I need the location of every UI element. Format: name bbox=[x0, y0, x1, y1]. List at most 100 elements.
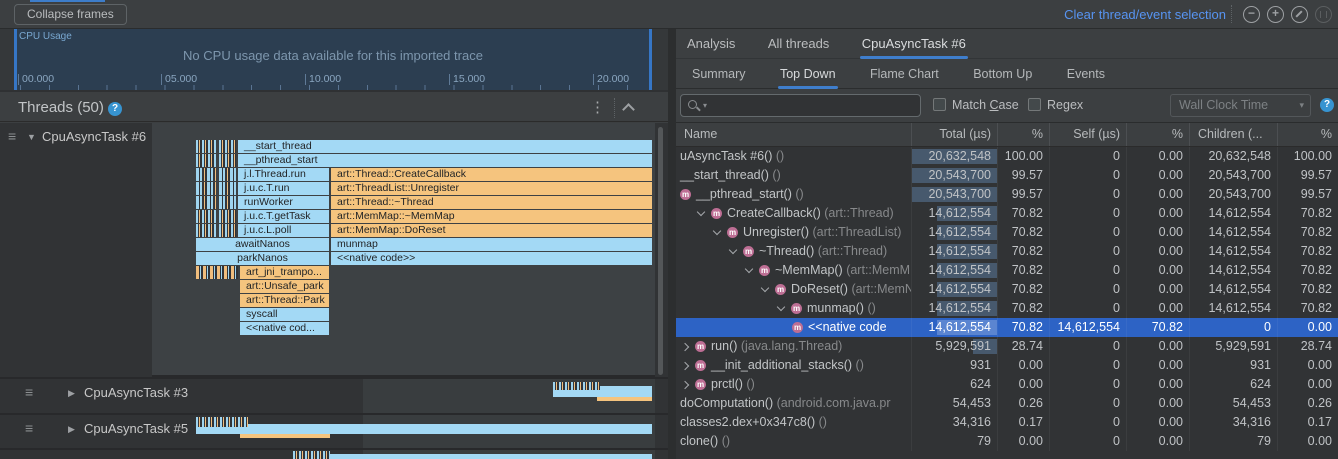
table-row[interactable]: mprctl() ()6240.0000.006240.00 bbox=[676, 375, 1338, 394]
flame-box[interactable]: munmap bbox=[331, 238, 652, 251]
chevron-right-icon[interactable] bbox=[681, 381, 689, 389]
cpu-usage-track[interactable]: CPU Usage No CPU usage data available fo… bbox=[14, 29, 652, 90]
search-box[interactable]: ▾ bbox=[680, 94, 921, 117]
chevron-right-icon[interactable] bbox=[681, 343, 689, 351]
cell-self-pct: 0.00 bbox=[1127, 242, 1190, 261]
column-header-self[interactable]: Self (µs) bbox=[1050, 123, 1127, 146]
checkbox-icon[interactable] bbox=[933, 98, 946, 111]
table-row[interactable]: doComputation() (android.com.java.pr54,4… bbox=[676, 394, 1338, 413]
table-row[interactable]: __start_thread() ()20,543,70099.5700.002… bbox=[676, 166, 1338, 185]
flame-box[interactable]: __pthread_start bbox=[238, 154, 652, 167]
zoom-out-icon[interactable]: − bbox=[1243, 6, 1260, 23]
tab-events[interactable]: Events bbox=[1065, 59, 1107, 89]
tab-cpuasynctask-6[interactable]: CpuAsyncTask #6 bbox=[860, 29, 968, 59]
help-icon[interactable]: ? bbox=[108, 102, 122, 116]
flame-box[interactable]: art_jni_trampo... bbox=[240, 266, 329, 279]
flame-box[interactable]: art::Unsafe_park bbox=[240, 280, 329, 293]
triangle-right-icon[interactable]: ▶ bbox=[68, 388, 75, 399]
regex-checkbox[interactable]: Regex bbox=[1028, 98, 1083, 112]
search-icon bbox=[687, 99, 701, 113]
flame-activity-stripes bbox=[219, 210, 236, 223]
chevron-down-icon[interactable] bbox=[697, 208, 705, 216]
chevron-right-icon[interactable] bbox=[681, 362, 689, 370]
column-header-children-pct[interactable]: % bbox=[1278, 123, 1338, 146]
column-header-self-pct[interactable]: % bbox=[1127, 123, 1190, 146]
kebab-menu-icon[interactable]: ⋮ bbox=[590, 98, 605, 116]
drag-handle-icon[interactable]: ≡ bbox=[8, 128, 16, 144]
thread-name[interactable]: CpuAsyncTask #6 bbox=[42, 129, 146, 144]
table-row[interactable]: m~Thread() (art::Thread)14,612,55470.820… bbox=[676, 242, 1338, 261]
ruler-tick-label: 20.000 bbox=[597, 73, 629, 85]
table-row[interactable]: mrun() (java.lang.Thread)5,929,59128.740… bbox=[676, 337, 1338, 356]
column-header-children[interactable]: Children (... bbox=[1190, 123, 1278, 146]
clear-thread-event-selection-link[interactable]: Clear thread/event selection bbox=[1064, 7, 1226, 22]
header-divider bbox=[614, 98, 615, 118]
column-header-name[interactable]: Name bbox=[676, 123, 912, 146]
table-row[interactable]: uAsyncTask #6() ()20,632,548100.0000.002… bbox=[676, 147, 1338, 166]
search-options-caret-icon[interactable]: ▾ bbox=[703, 101, 707, 110]
flame-box[interactable]: syscall bbox=[240, 308, 329, 321]
thread-name[interactable]: CpuAsyncTask #3 bbox=[84, 385, 188, 400]
top-toolbar: Collapse frames Clear thread/event selec… bbox=[0, 0, 1338, 29]
flame-box[interactable]: parkNanos bbox=[196, 252, 329, 265]
table-row[interactable]: m__pthread_start() ()20,543,70099.5700.0… bbox=[676, 185, 1338, 204]
thread-name[interactable]: CpuAsyncTask #5 bbox=[84, 421, 188, 436]
table-row[interactable]: mmunmap() ()14,612,55470.8200.0014,612,5… bbox=[676, 299, 1338, 318]
vertical-scrollbar[interactable] bbox=[658, 127, 663, 375]
flame-box[interactable]: art::MemMap::DoReset bbox=[331, 224, 652, 237]
flame-box[interactable]: j.l.Thread.run bbox=[238, 168, 329, 181]
search-input[interactable] bbox=[712, 99, 914, 113]
table-row[interactable]: mUnregister() (art::ThreadList)14,612,55… bbox=[676, 223, 1338, 242]
flame-box[interactable]: art::MemMap::~MemMap bbox=[331, 210, 652, 223]
table-row[interactable]: mDoReset() (art::MemN14,612,55470.8200.0… bbox=[676, 280, 1338, 299]
collapse-frames-button[interactable]: Collapse frames bbox=[14, 4, 127, 25]
cell-children-pct: 70.82 bbox=[1278, 299, 1338, 318]
clock-type-dropdown[interactable]: Wall Clock Time ▾ bbox=[1170, 94, 1311, 117]
drag-handle-icon[interactable]: ≡ bbox=[25, 384, 33, 400]
flame-box[interactable]: art::ThreadList::Unregister bbox=[331, 182, 652, 195]
column-header-total-pct[interactable]: % bbox=[998, 123, 1050, 146]
flame-box[interactable]: <<native code>> bbox=[331, 252, 652, 265]
table-row[interactable]: m<<native code14,612,55470.8214,612,5547… bbox=[676, 318, 1338, 337]
flame-box[interactable]: __start_thread bbox=[238, 140, 652, 153]
chevron-down-icon[interactable] bbox=[713, 227, 721, 235]
table-row[interactable]: classes2.dex+0x347c8() ()34,3160.1700.00… bbox=[676, 413, 1338, 432]
flame-box[interactable]: art::Thread::Park bbox=[240, 294, 329, 307]
chevron-down-icon[interactable] bbox=[729, 246, 737, 254]
drag-handle-icon[interactable]: ≡ bbox=[25, 420, 33, 436]
panel-divider[interactable] bbox=[668, 29, 676, 459]
zoom-in-icon[interactable]: + bbox=[1267, 6, 1284, 23]
tab-all-threads[interactable]: All threads bbox=[766, 29, 831, 59]
cell-self-pct: 0.00 bbox=[1127, 413, 1190, 432]
tab-summary[interactable]: Summary bbox=[690, 59, 747, 89]
chevron-down-icon[interactable] bbox=[761, 284, 769, 292]
flame-box[interactable]: j.u.c.T.getTask bbox=[238, 210, 329, 223]
flame-box[interactable]: j.u.c.T.run bbox=[238, 182, 329, 195]
table-row[interactable]: clone() ()790.0000.00790.00 bbox=[676, 432, 1338, 451]
tab-bottom-up[interactable]: Bottom Up bbox=[971, 59, 1034, 89]
help-icon[interactable]: ? bbox=[1320, 98, 1334, 112]
flame-box[interactable]: runWorker bbox=[238, 196, 329, 209]
flame-box[interactable]: art::Thread::CreateCallback bbox=[331, 168, 652, 181]
tab-top-down[interactable]: Top Down bbox=[778, 59, 838, 89]
chevron-down-icon[interactable] bbox=[745, 265, 753, 273]
checkbox-icon[interactable] bbox=[1028, 98, 1041, 111]
flame-box[interactable]: j.u.c.L.poll bbox=[238, 224, 329, 237]
table-row[interactable]: mCreateCallback() (art::Thread)14,612,55… bbox=[676, 204, 1338, 223]
tab-flame-chart[interactable]: Flame Chart bbox=[868, 59, 941, 89]
flame-box[interactable]: <<native cod... bbox=[240, 322, 329, 335]
column-header-total[interactable]: Total (µs) bbox=[912, 123, 998, 146]
tab-analysis[interactable]: Analysis bbox=[685, 29, 737, 59]
flame-box[interactable]: awaitNanos bbox=[196, 238, 329, 251]
table-row[interactable]: m__init_additional_stacks() ()9310.0000.… bbox=[676, 356, 1338, 375]
reset-zoom-icon[interactable] bbox=[1291, 6, 1308, 23]
cell-total-pct: 0.00 bbox=[998, 375, 1050, 394]
chevron-down-icon[interactable] bbox=[777, 303, 785, 311]
collapse-section-icon[interactable] bbox=[622, 103, 635, 116]
triangle-right-icon[interactable]: ▶ bbox=[68, 424, 75, 435]
triangle-down-icon[interactable]: ▼ bbox=[27, 132, 36, 142]
cell-self: 14,612,554 bbox=[1050, 318, 1127, 337]
match-case-checkbox[interactable]: Match Case bbox=[933, 98, 1019, 112]
flame-box[interactable]: art::Thread::~Thread bbox=[331, 196, 652, 209]
table-row[interactable]: m~MemMap() (art::MemM14,612,55470.8200.0… bbox=[676, 261, 1338, 280]
